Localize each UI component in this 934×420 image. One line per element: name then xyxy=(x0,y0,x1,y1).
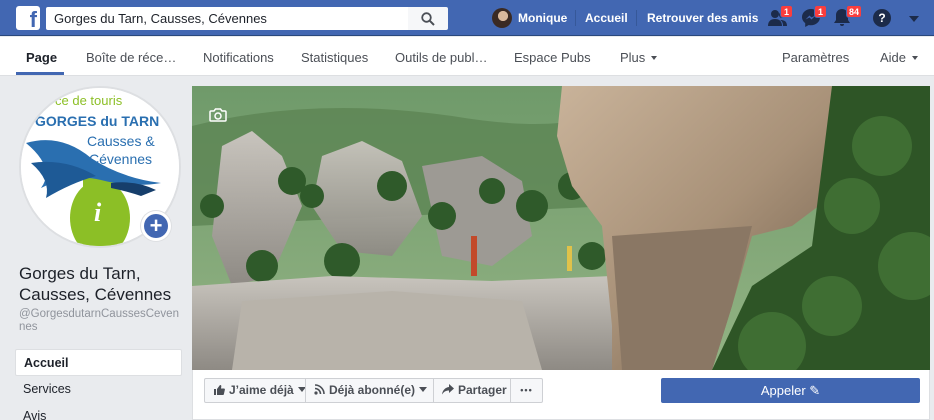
left-navigation: Accueil Services Avis xyxy=(15,349,182,420)
messages-badge: 1 xyxy=(814,5,827,18)
thumbs-up-icon xyxy=(214,384,225,395)
user-name: Monique xyxy=(518,11,568,25)
liked-button[interactable]: J’aime déjà xyxy=(204,378,306,403)
tab-publishing-tools[interactable]: Outils de publ… xyxy=(395,50,488,65)
share-button-label: Partager xyxy=(458,383,507,397)
tab-help[interactable]: Aide xyxy=(880,50,919,65)
share-arrow-icon xyxy=(442,384,454,395)
logo-line-3: Cévennes xyxy=(89,151,153,167)
tab-help-label: Aide xyxy=(880,50,907,65)
notifications-badge: 84 xyxy=(846,5,863,18)
find-friends-link[interactable]: Retrouver des amis xyxy=(647,11,758,25)
nav-divider xyxy=(575,10,576,26)
tab-inbox[interactable]: Boîte de réce… xyxy=(86,50,176,65)
notifications-button[interactable]: 84 xyxy=(833,5,863,28)
rss-feed-icon xyxy=(314,384,325,395)
chevron-down-icon xyxy=(651,56,658,60)
page-tabs-bar: Page Boîte de réce… Notifications Statis… xyxy=(0,37,934,76)
add-photo-button[interactable]: + xyxy=(141,211,171,241)
tab-page[interactable]: Page xyxy=(26,50,57,65)
active-tab-indicator xyxy=(16,72,64,75)
search-icon xyxy=(421,12,435,26)
page-title[interactable]: Gorges du Tarn, Causses, Cévennes xyxy=(19,263,189,305)
search-input[interactable]: Gorges du Tarn, Causses, Cévennes xyxy=(46,7,408,30)
chevron-down-icon xyxy=(912,56,919,60)
messages-button[interactable]: 1 xyxy=(801,5,827,28)
cover-landscape-image xyxy=(192,86,930,370)
left-nav-item-reviews[interactable]: Avis xyxy=(15,403,182,420)
friend-requests-button[interactable]: 1 xyxy=(767,5,793,28)
following-button-label: Déjà abonné(e) xyxy=(329,383,416,397)
tab-more[interactable]: Plus xyxy=(620,50,658,65)
share-button[interactable]: Partager xyxy=(433,378,511,403)
call-button[interactable]: Appeler ✎ xyxy=(661,378,920,403)
account-menu-chevron-down-icon[interactable] xyxy=(909,16,919,22)
tab-ads-center[interactable]: Espace Pubs xyxy=(514,50,591,65)
nav-divider xyxy=(636,10,637,26)
search-button[interactable] xyxy=(408,7,448,30)
logo-info-letter: i xyxy=(94,198,102,227)
avatar xyxy=(492,8,512,28)
friend-requests-badge: 1 xyxy=(780,5,793,18)
tab-notifications[interactable]: Notifications xyxy=(203,50,274,65)
page-action-bar: J’aime déjà Déjà abonné(e) Partager ••• … xyxy=(192,370,930,420)
more-options-button[interactable]: ••• xyxy=(510,378,543,403)
camera-icon[interactable] xyxy=(209,108,227,122)
top-navigation-bar: f Gorges du Tarn, Causses, Cévennes Moni… xyxy=(0,0,934,36)
help-icon[interactable]: ? xyxy=(873,9,891,27)
following-button[interactable]: Déjà abonné(e) xyxy=(305,378,434,403)
facebook-logo-icon[interactable]: f xyxy=(16,6,40,32)
left-nav-item-services[interactable]: Services xyxy=(15,376,182,403)
cover-photo[interactable] xyxy=(192,86,930,370)
home-link[interactable]: Accueil xyxy=(585,11,628,25)
logo-top-text: ce de touris xyxy=(55,93,123,108)
liked-button-label: J’aime déjà xyxy=(229,383,294,397)
logo-line-2: Causses & xyxy=(87,133,155,149)
logo-title: GORGES du TARN xyxy=(35,113,160,129)
plus-icon: + xyxy=(144,214,168,238)
chevron-down-icon xyxy=(419,387,428,392)
page-username[interactable]: @GorgesdutarnCaussesCevennes xyxy=(19,308,184,334)
tab-more-label: Plus xyxy=(620,50,646,65)
tab-settings[interactable]: Paramètres xyxy=(782,50,849,65)
left-nav-item-home[interactable]: Accueil xyxy=(15,349,182,376)
tab-statistics[interactable]: Statistiques xyxy=(301,50,368,65)
